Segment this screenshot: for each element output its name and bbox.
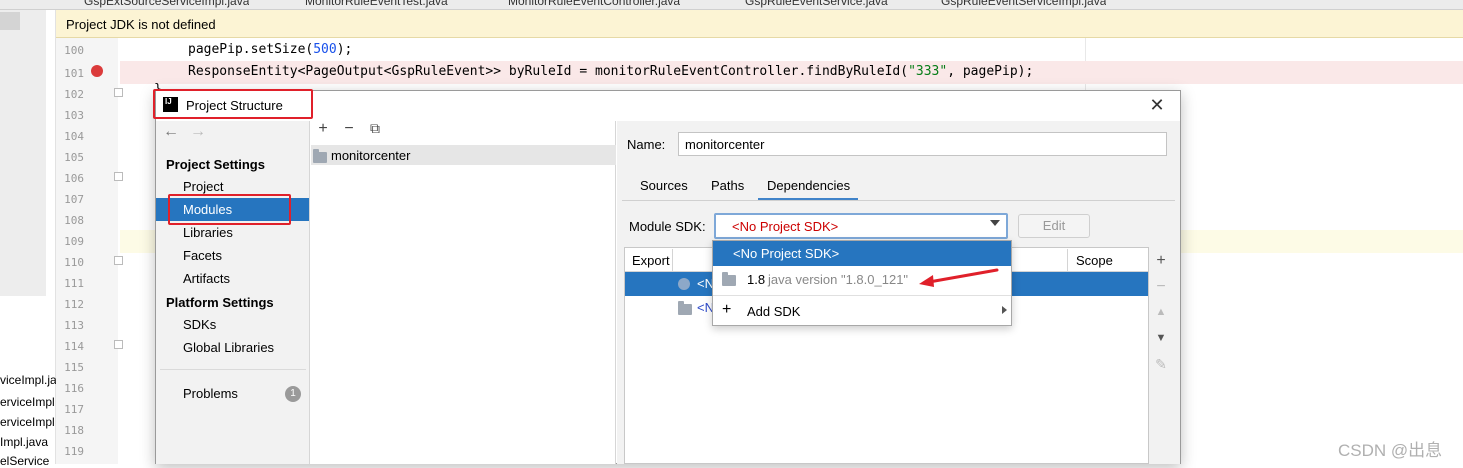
tab-sources[interactable]: Sources	[640, 178, 688, 193]
line-number: 100	[64, 44, 84, 57]
breakpoint-icon[interactable]	[91, 65, 103, 77]
line-number: 114	[64, 340, 84, 353]
module-name-input[interactable]: monitorcenter	[678, 132, 1167, 156]
copy-module-icon[interactable]: ⧉	[367, 120, 383, 137]
move-up-icon[interactable]: ▲	[1153, 306, 1169, 318]
line-number: 116	[64, 382, 84, 395]
editor-tab[interactable]: GspRuleEventServiceImpl.java	[941, 0, 1106, 9]
problems-count-badge: 1	[285, 386, 301, 402]
line-number: 119	[64, 445, 84, 458]
project-settings-header: Project Settings	[166, 157, 265, 172]
sidebar-item-artifacts[interactable]: Artifacts	[156, 267, 309, 290]
line-number: 113	[64, 319, 84, 332]
line-number: 117	[64, 403, 84, 416]
annotation-arrow-icon	[919, 268, 999, 287]
sidebar-item-global-libraries[interactable]: Global Libraries	[156, 336, 309, 359]
line-number: 106	[64, 172, 84, 185]
close-icon[interactable]: ✕	[1148, 95, 1166, 115]
back-arrow-icon[interactable]: ←	[163, 123, 179, 141]
project-tree-selection	[0, 12, 20, 30]
active-tab-indicator	[758, 174, 858, 201]
edit-sdk-button[interactable]: Edit	[1018, 214, 1090, 238]
sidebar-item-facets[interactable]: Facets	[156, 244, 309, 267]
watermark: CSDN @出息	[1338, 441, 1443, 460]
code-line-100[interactable]: pagePip.setSize(500);	[188, 42, 352, 57]
project-tree-file[interactable]: viceImpl.ja	[0, 373, 57, 387]
code-line-101[interactable]: ResponseEntity<PageOutput<GspRuleEvent>>…	[188, 64, 1033, 79]
move-down-icon[interactable]: ▼	[1153, 332, 1169, 344]
jdk-notice-banner: Project JDK is not defined	[56, 10, 1463, 38]
editor-gutter	[56, 38, 118, 464]
column-divider	[1067, 249, 1068, 271]
module-list-pane	[310, 121, 616, 464]
tabs-divider	[622, 200, 1175, 201]
module-source-folder-icon	[678, 301, 692, 315]
settings-sidebar	[156, 121, 310, 464]
chevron-down-icon[interactable]	[990, 220, 1000, 226]
fold-marker-icon[interactable]	[114, 172, 123, 181]
column-header-export[interactable]: Export	[632, 253, 670, 268]
module-list-item-label: monitorcenter	[331, 148, 411, 163]
line-number: 112	[64, 298, 84, 311]
column-header-scope[interactable]: Scope	[1076, 253, 1113, 268]
sidebar-divider	[160, 369, 306, 370]
project-tree-file[interactable]: Impl.java	[0, 435, 48, 449]
remove-dependency-icon[interactable]: −	[1153, 278, 1169, 296]
jdk-version-label: 1.8	[747, 272, 766, 287]
fold-marker-icon[interactable]	[114, 88, 123, 97]
editor-tab[interactable]: MonitorRuleEventTest.java	[305, 0, 448, 9]
editor-tab[interactable]: GspExtSourceServiceImpl.java	[84, 0, 249, 9]
line-number: 103	[64, 109, 84, 122]
module-folder-icon	[313, 149, 327, 163]
add-sdk-label: Add SDK	[747, 304, 801, 319]
sidebar-item-sdks[interactable]: SDKs	[156, 313, 309, 336]
line-number: 102	[64, 88, 84, 101]
line-number: 115	[64, 361, 84, 374]
add-module-icon[interactable]: +	[315, 120, 331, 138]
fold-marker-icon[interactable]	[114, 340, 123, 349]
line-number: 104	[64, 130, 84, 143]
editor-tab[interactable]: GspRuleEventService.java	[745, 0, 888, 9]
tab-paths[interactable]: Paths	[711, 178, 744, 193]
project-tree-file[interactable]: erviceImpl	[0, 415, 55, 429]
submenu-arrow-icon	[1002, 306, 1007, 314]
name-label: Name:	[627, 137, 666, 152]
editor-tab-bar: GspExtSourceServiceImpl.java MonitorRule…	[0, 0, 1463, 10]
jdk-folder-icon	[722, 272, 736, 286]
line-number: 107	[64, 193, 84, 206]
remove-module-icon[interactable]: −	[341, 120, 357, 138]
modules-annotation-box	[168, 194, 291, 225]
title-annotation-box	[153, 89, 313, 119]
project-tree-file[interactable]: erviceImpl	[0, 395, 55, 409]
module-sdk-label: Module SDK:	[629, 219, 706, 234]
edit-dependency-icon[interactable]: ✎	[1153, 356, 1169, 373]
column-divider	[672, 249, 673, 271]
add-sdk-icon: +	[722, 301, 732, 318]
add-dependency-icon[interactable]: +	[1153, 252, 1169, 270]
line-number: 118	[64, 424, 84, 437]
platform-settings-header: Platform Settings	[166, 295, 274, 310]
line-number: 101	[64, 67, 84, 80]
line-number: 109	[64, 235, 84, 248]
forward-arrow-icon[interactable]: →	[190, 123, 206, 141]
line-number: 111	[64, 277, 84, 290]
jdk-description: java version "1.8.0_121"	[768, 272, 909, 287]
project-tree-file[interactable]: elService	[0, 454, 49, 468]
dropdown-option-no-sdk[interactable]: <No Project SDK>	[713, 241, 1011, 266]
fold-marker-icon[interactable]	[114, 256, 123, 265]
editor-tab[interactable]: MonitorRuleEventController.java	[508, 0, 680, 9]
line-number: 110	[64, 256, 84, 269]
line-number: 105	[64, 151, 84, 164]
line-number: 108	[64, 214, 84, 227]
module-sdk-select[interactable]: <No Project SDK>	[714, 213, 1008, 239]
project-tree-background	[0, 10, 46, 296]
sdk-globe-icon	[678, 278, 690, 290]
